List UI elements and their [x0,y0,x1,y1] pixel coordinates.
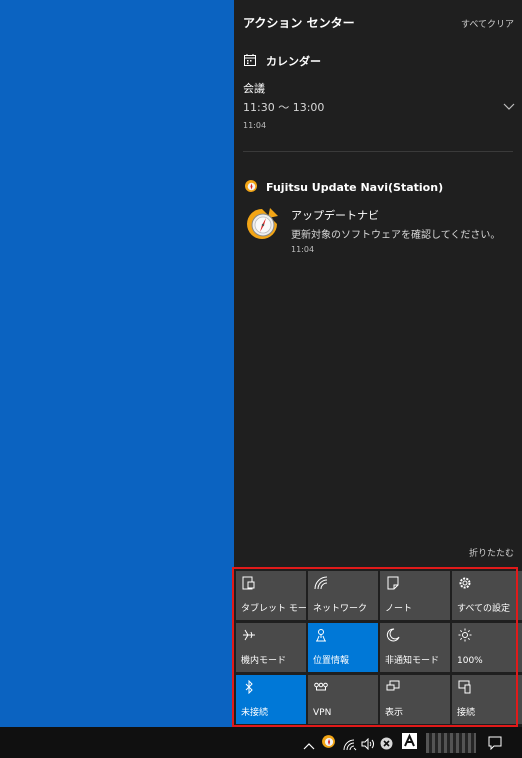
chevron-down-icon[interactable] [503,96,515,115]
quick-actions-highlight [232,567,518,727]
clear-all-button[interactable]: すべてクリア [461,17,514,30]
volume-icon[interactable] [361,735,375,754]
fujitsu-update-icon [244,178,258,197]
event-title: 会議 [243,82,265,95]
calendar-notification[interactable]: 会議 11:30 〜 13:00 11:04 [243,80,515,130]
chevron-up-icon[interactable] [303,736,315,755]
notification-timestamp: 11:04 [291,245,315,254]
fujitsu-app-name: Fujitsu Update Navi(Station) [266,181,444,194]
divider [243,151,513,152]
action-center-icon[interactable] [488,735,502,754]
notification-timestamp: 11:04 [243,121,267,130]
event-time: 11:30 〜 13:00 [243,101,325,114]
error-icon[interactable] [380,735,393,754]
calendar-group-header[interactable]: カレンダー [244,51,321,70]
calendar-icon [244,51,256,70]
action-center-title: アクション センター [243,16,355,30]
calendar-app-name: カレンダー [266,54,321,68]
adobe-icon[interactable] [402,733,417,753]
fujitsu-tray-icon[interactable] [321,734,336,753]
collapse-button[interactable]: 折りたたむ [469,546,514,559]
network-tray-icon[interactable] [343,736,357,755]
desktop-background [0,0,234,727]
notification-title: アップデートナビ [291,209,379,222]
fujitsu-group-header[interactable]: Fujitsu Update Navi(Station) [244,178,443,197]
clock[interactable] [426,733,476,753]
notification-body: 更新対象のソフトウェアを確認してください。 [291,230,501,241]
update-navi-icon [244,206,280,246]
